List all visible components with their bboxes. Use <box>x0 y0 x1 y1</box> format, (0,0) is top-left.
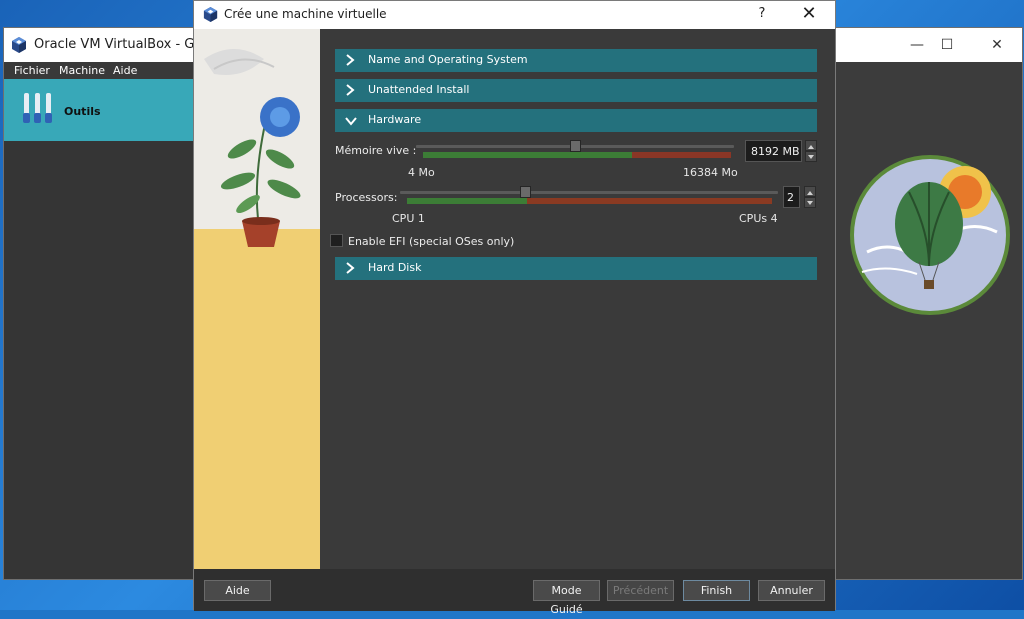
manager-title: Oracle VM VirtualBox - Gesti <box>34 37 218 52</box>
processors-label: Processors: <box>335 191 398 204</box>
memory-value: 8192 MB <box>751 145 800 158</box>
section-name-os[interactable]: Name and Operating System <box>335 49 817 72</box>
chevron-right-icon <box>346 84 355 96</box>
processors-spinbox[interactable]: 2 <box>783 186 800 208</box>
section-hard-disk[interactable]: Hard Disk <box>335 257 817 280</box>
memory-scale-bar <box>423 152 731 158</box>
arrow-up-icon <box>807 191 813 195</box>
manager-close-button[interactable]: ✕ <box>974 28 1020 62</box>
section-hardware[interactable]: Hardware <box>335 109 817 132</box>
menu-fichier[interactable]: Fichier <box>14 64 50 77</box>
section-label: Hard Disk <box>368 261 422 274</box>
section-label: Hardware <box>368 113 422 126</box>
processors-value: 2 <box>787 191 794 204</box>
manager-welcome-pane <box>836 62 1022 579</box>
create-vm-dialog: Crée une machine virtuelle ? ✕ Name and … <box>193 0 836 616</box>
memory-max-label: 16384 Mo <box>683 166 738 179</box>
plant-illustration <box>194 29 320 569</box>
menu-aide[interactable]: Aide <box>113 64 137 77</box>
section-label: Name and Operating System <box>368 53 528 66</box>
memory-label: Mémoire vive : <box>335 144 417 157</box>
wizard-watermark <box>194 29 320 569</box>
processors-spin-buttons <box>804 186 816 208</box>
help-button[interactable]: ? <box>742 6 782 21</box>
sidebar-item-outils[interactable]: Outils <box>4 79 194 141</box>
dialog-close-button[interactable]: ✕ <box>789 3 829 24</box>
mode-guide-button[interactable]: Mode Guidé <box>533 580 600 616</box>
processors-slider-track[interactable] <box>400 191 778 194</box>
processors-decrement-button[interactable] <box>804 197 816 208</box>
arrow-up-icon <box>808 145 814 149</box>
chevron-right-icon <box>346 262 355 274</box>
memory-min-label: 4 Mo <box>408 166 435 179</box>
virtualbox-icon <box>203 6 218 23</box>
efi-label: Enable EFI (special OSes only) <box>348 235 515 248</box>
dialog-title: Crée une machine virtuelle <box>224 7 387 21</box>
arrow-down-icon <box>807 201 813 205</box>
memory-spinbox[interactable]: 8192 MB <box>745 140 802 162</box>
processors-scale-bar <box>407 198 772 204</box>
dialog-titlebar: Crée une machine virtuelle ? ✕ <box>194 1 835 29</box>
annuler-button[interactable]: Annuler <box>758 580 825 601</box>
menu-machine[interactable]: Machine <box>59 64 105 77</box>
memory-increment-button[interactable] <box>805 140 817 151</box>
aide-button[interactable]: Aide <box>204 580 271 601</box>
chevron-down-icon <box>345 117 357 126</box>
manager-menubar: Fichier Machine Aide <box>4 62 194 79</box>
precedent-button[interactable]: Précédent <box>607 580 674 601</box>
finish-button[interactable]: Finish <box>683 580 750 601</box>
processors-min-label: CPU 1 <box>392 212 425 225</box>
chevron-right-icon <box>346 54 355 66</box>
manager-sidebar: Outils <box>4 79 194 579</box>
section-label: Unattended Install <box>368 83 470 96</box>
efi-checkbox[interactable] <box>330 234 343 247</box>
arrow-down-icon <box>808 155 814 159</box>
wizard-content: Name and Operating System Unattended Ins… <box>320 29 835 569</box>
maximize-button[interactable]: ☐ <box>924 28 970 62</box>
processors-increment-button[interactable] <box>804 186 816 197</box>
sidebar-item-label: Outils <box>64 105 101 118</box>
processors-slider-handle[interactable] <box>519 186 531 198</box>
hot-air-balloon-illustration <box>850 155 1010 315</box>
memory-spin-buttons <box>805 140 817 162</box>
tools-icon <box>23 93 52 123</box>
processors-max-label: CPUs 4 <box>739 212 778 225</box>
memory-slider-handle[interactable] <box>570 140 581 152</box>
memory-decrement-button[interactable] <box>805 151 817 162</box>
virtualbox-icon <box>12 37 26 53</box>
section-unattended-install[interactable]: Unattended Install <box>335 79 817 102</box>
